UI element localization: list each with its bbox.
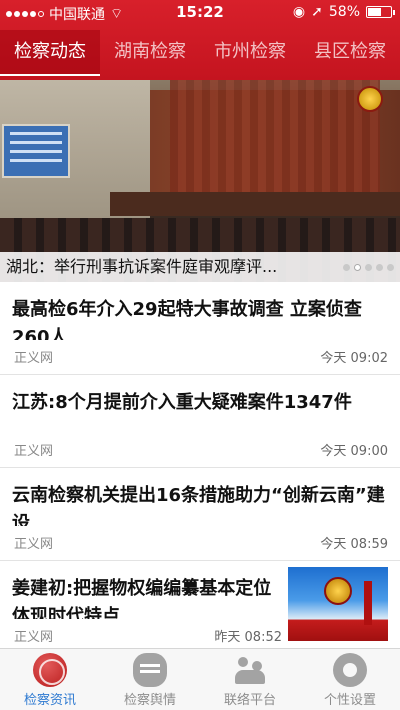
nav-label: 个性设置 — [323, 693, 376, 708]
pager-dot[interactable] — [354, 264, 361, 271]
banner-caption[interactable]: 湖北：举行刑事抗诉案件庭审观摩评... — [0, 252, 400, 282]
news-time: 昨天 08:52 — [214, 630, 282, 645]
top-tabs: 检察动态 湖南检察 市州检察 县区检察 — [0, 30, 400, 76]
battery-icon — [366, 6, 395, 18]
news-title: 江苏:8个月提前介入重大疑难案件1347件 — [12, 392, 352, 413]
carousel-pager[interactable] — [343, 264, 394, 271]
battery-percent: 58% — [328, 4, 360, 20]
nav-label: 联络平台 — [223, 693, 276, 708]
bottom-nav: 检察资讯 检察舆情 联络平台 个性设置 — [0, 648, 400, 710]
list-item[interactable]: 最高检6年介入29起特大事故调查 立案侦查260人 正义网 今天 09:02 — [0, 282, 400, 375]
chat-icon — [133, 653, 167, 687]
procuratorate-emblem-icon — [324, 577, 352, 605]
national-emblem-icon — [357, 86, 383, 112]
nav-jiancha-zixun[interactable]: 检察资讯 — [0, 649, 100, 710]
status-bar: 中国联通 ⌔ 15:22 ◉ ➚ 58% — [0, 0, 400, 26]
nav-lianluo-pingtai[interactable]: 联络平台 — [200, 649, 300, 710]
news-source: 正义网 — [14, 630, 54, 645]
news-title: 云南检察机关提出16条措施助力“创新云南”建设 — [12, 485, 385, 526]
tab-shizhou-jiancha[interactable]: 市州检察 — [200, 30, 300, 76]
location-icon: ➚ — [311, 4, 323, 20]
nav-label: 检察舆情 — [123, 693, 176, 708]
list-item[interactable]: 云南检察机关提出16条措施助力“创新云南”建设 正义网 今天 08:59 — [0, 468, 400, 561]
tab-xianqu-jiancha[interactable]: 县区检察 — [300, 30, 400, 76]
news-time: 今天 08:59 — [320, 537, 388, 552]
nav-label: 检察资讯 — [23, 693, 76, 708]
banner-carousel[interactable]: 湖北：举行刑事抗诉案件庭审观摩评... — [0, 80, 400, 282]
news-thumbnail — [288, 567, 388, 641]
tab-hunan-jiancha[interactable]: 湖南检察 — [100, 30, 200, 76]
pager-dot[interactable] — [376, 264, 383, 271]
status-right: ◉ ➚ 58% — [292, 4, 395, 20]
nav-gexing-shezhi[interactable]: 个性设置 — [300, 649, 400, 710]
news-title: 最高检6年介入29起特大事故调查 立案侦查260人 — [12, 299, 362, 340]
news-list: 最高检6年介入29起特大事故调查 立案侦查260人 正义网 今天 09:02 江… — [0, 282, 400, 648]
app-header: 中国联通 ⌔ 15:22 ◉ ➚ 58% 检察动态 湖南检察 市州检察 县区检察 — [0, 0, 400, 80]
tab-jiancha-dongtai[interactable]: 检察动态 — [0, 30, 100, 76]
news-source: 正义网 — [14, 537, 54, 552]
pager-dot[interactable] — [365, 264, 372, 271]
nav-jiancha-yuqing[interactable]: 检察舆情 — [100, 649, 200, 710]
news-title: 姜建初:把握物权编编纂基本定位 体现时代特点 — [12, 578, 272, 619]
list-item[interactable]: 江苏:8个月提前介入重大疑难案件1347件 正义网 今天 09:00 — [0, 375, 400, 468]
news-source: 正义网 — [14, 444, 54, 459]
globe-icon — [33, 653, 67, 687]
courtroom-screen-image — [2, 124, 70, 178]
pager-dot[interactable] — [343, 264, 350, 271]
news-time: 今天 09:02 — [320, 351, 388, 366]
news-source: 正义网 — [14, 351, 54, 366]
news-time: 今天 09:00 — [320, 444, 388, 459]
banner-caption-text: 湖北：举行刑事抗诉案件庭审观摩评... — [6, 257, 278, 276]
gear-icon — [333, 653, 367, 687]
people-icon — [233, 653, 267, 687]
pager-dot[interactable] — [387, 264, 394, 271]
list-item[interactable]: 姜建初:把握物权编编纂基本定位 体现时代特点 正义网 昨天 08:52 — [0, 561, 400, 648]
rotation-lock-icon: ◉ — [292, 4, 306, 20]
